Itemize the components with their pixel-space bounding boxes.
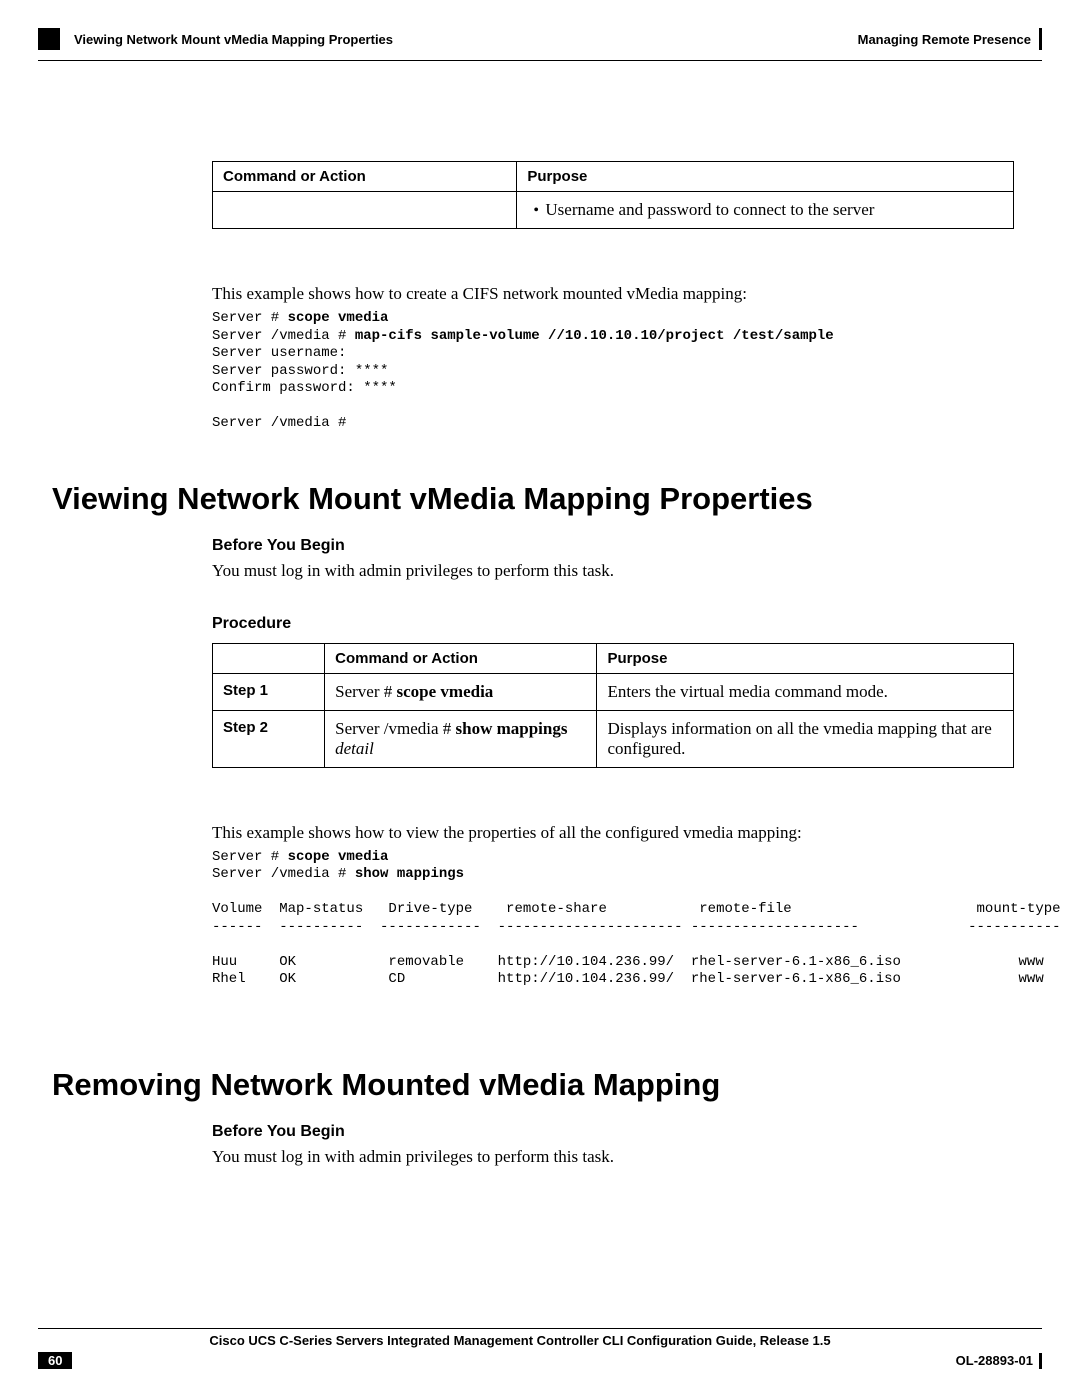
step-label: Step 1 — [213, 673, 325, 710]
footer-title-row: Cisco UCS C-Series Servers Integrated Ma… — [38, 1333, 1042, 1348]
prompt: Server # — [212, 849, 288, 865]
cmd-bold: show mappings — [355, 866, 464, 882]
before-you-begin-heading: Before You Begin — [212, 537, 1014, 555]
procedure-table: Command or Action Purpose Step 1 Server … — [212, 643, 1014, 768]
before-you-begin-text-2: You must log in with admin privileges to… — [212, 1147, 1014, 1167]
cmd-italic: detail — [335, 739, 374, 758]
cmd-bold: map-cifs sample-volume //10.10.10.10/pro… — [355, 328, 834, 344]
cifs-code-block: Server # scope vmedia Server /vmedia # m… — [212, 310, 1014, 433]
table-header-row: Command or Action Purpose — [213, 162, 1014, 192]
code-line: Server /vmedia # map-cifs sample-volume … — [212, 328, 834, 344]
footer-doc-id-wrap: OL-28893-01 — [956, 1353, 1042, 1369]
header-right: Managing Remote Presence — [858, 28, 1042, 50]
cell-purpose: Username and password to connect to the … — [517, 192, 1014, 229]
section-heading-removing: Removing Network Mounted vMedia Mapping — [52, 1067, 1014, 1103]
footer-doc-id: OL-28893-01 — [956, 1353, 1033, 1368]
step-command: Server # scope vmedia — [325, 673, 597, 710]
page-footer: Cisco UCS C-Series Servers Integrated Ma… — [38, 1328, 1042, 1369]
footer-rule — [38, 1328, 1042, 1329]
section-heading-viewing: Viewing Network Mount vMedia Mapping Pro… — [52, 481, 1014, 517]
footer-bar-icon — [1039, 1353, 1042, 1369]
cmd-bold: scope vmedia — [397, 682, 494, 701]
col-purpose: Purpose — [517, 162, 1014, 192]
before-you-begin-heading-2: Before You Begin — [212, 1123, 1014, 1141]
table-row: Step 1 Server # scope vmedia Enters the … — [213, 673, 1014, 710]
table-header-row: Command or Action Purpose — [213, 643, 1014, 673]
procedure-heading: Procedure — [212, 615, 1014, 633]
command-action-table-wrap: Command or Action Purpose Username and p… — [212, 161, 1014, 229]
step-command: Server /vmedia # show mappings detail — [325, 710, 597, 767]
header-bar-icon — [1039, 28, 1042, 50]
cmd-bold: scope vmedia — [288, 849, 389, 865]
step-purpose: Enters the virtual media command mode. — [597, 673, 1014, 710]
step-purpose: Displays information on all the vmedia m… — [597, 710, 1014, 767]
prompt: Server /vmedia # — [212, 866, 355, 882]
col-step — [213, 643, 325, 673]
bullet-icon — [533, 200, 539, 220]
code-line: Server # scope vmedia — [212, 310, 388, 326]
col-command: Command or Action — [213, 162, 517, 192]
table-row: Username and password to connect to the … — [213, 192, 1014, 229]
cmd-prefix: Server # — [335, 682, 396, 701]
cmd-bold: show mappings — [456, 719, 568, 738]
prompt: Server /vmedia # — [212, 328, 355, 344]
table-row: Step 2 Server /vmedia # show mappings de… — [213, 710, 1014, 767]
col-command: Command or Action — [325, 643, 597, 673]
col-purpose: Purpose — [597, 643, 1014, 673]
page-header: Viewing Network Mount vMedia Mapping Pro… — [38, 28, 1042, 50]
code-line: Server /vmedia # show mappings — [212, 866, 464, 882]
procedure-table-wrap: Command or Action Purpose Step 1 Server … — [212, 643, 1014, 768]
page-content: Command or Action Purpose Username and p… — [38, 61, 1042, 1167]
view-example-code: Server # scope vmedia Server /vmedia # s… — [212, 849, 1014, 989]
command-action-table: Command or Action Purpose Username and p… — [212, 161, 1014, 229]
cell-command-empty — [213, 192, 517, 229]
code-line: Server # scope vmedia — [212, 849, 388, 865]
footer-book-title: Cisco UCS C-Series Servers Integrated Ma… — [78, 1333, 962, 1348]
code-line: Server password: **** — [212, 363, 388, 379]
cifs-intro: This example shows how to create a CIFS … — [212, 284, 1014, 304]
header-left: Viewing Network Mount vMedia Mapping Pro… — [38, 28, 393, 50]
cmd-prefix: Server /vmedia # — [335, 719, 455, 738]
header-marker-icon — [38, 28, 60, 50]
prompt: Server # — [212, 310, 288, 326]
cmd-bold: scope vmedia — [288, 310, 389, 326]
code-table-output: Volume Map-status Drive-type remote-shar… — [212, 901, 1061, 987]
before-you-begin-text: You must log in with admin privileges to… — [212, 561, 1014, 581]
code-line: Confirm password: **** — [212, 380, 397, 396]
view-example-intro: This example shows how to view the prope… — [212, 823, 1014, 843]
footer-meta-row: 60 OL-28893-01 — [38, 1352, 1042, 1369]
code-line: Server username: — [212, 345, 346, 361]
code-line: Server /vmedia # — [212, 415, 346, 431]
purpose-text: Username and password to connect to the … — [545, 200, 874, 220]
step-label: Step 2 — [213, 710, 325, 767]
purpose-bullet: Username and password to connect to the … — [527, 200, 1003, 220]
page-number-badge: 60 — [38, 1352, 72, 1369]
header-left-title: Viewing Network Mount vMedia Mapping Pro… — [74, 32, 393, 47]
header-right-title: Managing Remote Presence — [858, 32, 1031, 47]
